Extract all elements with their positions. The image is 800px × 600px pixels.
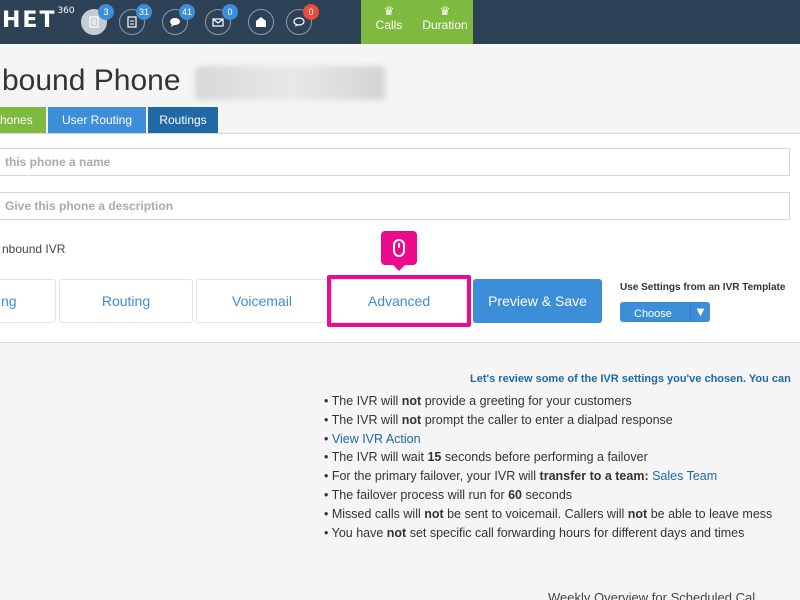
topbar-spacer [473,0,800,44]
notification-badge: 41 [178,4,195,20]
list-item: • For the primary failover, your IVR wil… [324,469,718,484]
duration-label: Duration [422,18,468,32]
form-icon-button[interactable]: 31 [119,4,152,35]
chat-icon-button[interactable]: 41 [162,4,195,35]
click-indicator-tooltip [381,231,417,271]
list-item: • The IVR will wait 15 seconds before pe… [324,450,648,465]
step-advanced-button[interactable]: Advanced [331,279,467,323]
step-label: Advanced [367,293,431,309]
logo-superscript: 360 [57,6,75,16]
brand-logo[interactable]: HET360 [2,6,75,33]
review-heading: Let's review some of the IVR settings yo… [470,373,791,385]
preview-save-button[interactable]: Preview & Save [473,279,602,323]
chat-icon [170,18,180,27]
step-label: Routing [101,293,151,309]
notification-badge: 3 [98,4,114,20]
calls-label: Calls [375,18,403,32]
step-routing-button[interactable]: Routing [59,279,193,323]
review-list: • The IVR will not provide a greeting fo… [324,392,772,542]
notification-badge: 0 [222,4,238,20]
redacted-phone-number [195,66,385,100]
document-icon-button[interactable]: 3 [81,4,114,35]
tab-user-routing[interactable]: User Routing [48,107,146,133]
sales-team-link[interactable]: Sales Team [652,469,717,483]
step-voicemail-button[interactable]: Voicemail [196,279,328,323]
envelope-open-icon [256,17,266,27]
list-item: • You have not set specific call forward… [324,525,745,540]
speech-bubble-icon [293,17,305,27]
select-value: Choose [634,308,672,320]
logo-text: HET [2,8,57,33]
tab-routings[interactable]: Routings [148,107,218,133]
chevron-down-icon: ▼ [690,302,710,322]
ivr-template-select[interactable]: Choose ▼ [620,302,710,322]
step-label: Voicemail [232,293,292,309]
phone-description-input[interactable]: Give this phone a description [0,192,790,220]
list-item: • The failover process will run for 60 s… [324,487,573,502]
list-item: • View IVR Action [324,431,421,446]
mail-icon-button[interactable]: 0 [205,4,238,35]
notification-badge: 31 [135,4,152,20]
section-tabs: hones User Routing Routings [0,107,220,133]
calls-stat-button[interactable]: ♛ Calls [361,0,417,44]
mail-icon [212,18,224,27]
view-ivr-action-link[interactable]: View IVR Action [332,432,421,446]
weekly-overview-heading: Weekly Overview for Scheduled Cal [548,590,756,600]
mouse-icon [393,239,405,257]
top-navigation-bar: HET360 3 31 41 0 0 ♛ Calls ♛ Duration [0,0,800,44]
list-item: • Missed calls will not be sent to voice… [324,506,773,521]
notification-badge: 0 [303,4,319,20]
list-item: • The IVR will not provide a greeting fo… [324,394,632,408]
ivr-template-label: Use Settings from an IVR Template [620,282,786,293]
step-greeting-button[interactable]: ng [0,279,56,323]
stats-toggle-group: ♛ Calls ♛ Duration [361,0,473,44]
crown-icon: ♛ [383,4,395,18]
form-icon [127,16,137,28]
list-item: • The IVR will not prompt the caller to … [324,412,673,427]
section-divider [0,342,800,343]
page-title: bound Phone [2,64,181,97]
step-label: ng [1,293,17,309]
tab-phones[interactable]: hones [0,107,46,133]
inbound-ivr-label: nbound IVR [2,242,66,256]
duration-stat-button[interactable]: ♛ Duration [417,0,473,44]
envelope-open-icon-button[interactable] [248,9,274,35]
speech-bubble-icon-button[interactable]: 0 [286,4,319,35]
crown-icon: ♛ [439,4,451,18]
phone-name-input[interactable]: this phone a name [0,148,790,176]
document-icon [89,16,99,28]
